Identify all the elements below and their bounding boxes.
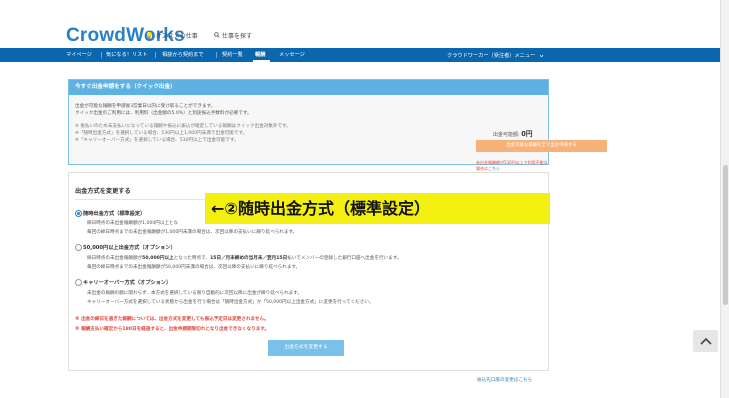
option-anytime-desc2: 毎回の締日時点までの未出金報酬額が1,000円未満の場合は、次回以降の支払いに繰… — [87, 230, 298, 235]
quick-desc-line1: 出金が可能な報酬を申請後3営業日以内に受け取ることができます。 — [75, 104, 216, 109]
user-menu-label: クラウドワーカー（受注者）メニュー — [447, 53, 536, 59]
nav-divider — [216, 52, 217, 58]
quick-withdrawal-title: 今すぐ出金申請をする（クイック出金） — [69, 80, 548, 95]
quick-withdrawal-body: 出金が可能な報酬を申請後3営業日以内に受け取ることができます。 クイック出金のご… — [69, 95, 607, 171]
desc-emphasis: 50,000円以上 — [142, 256, 174, 261]
recommended-jobs-link[interactable]: 💡 オススメの仕事 — [145, 31, 198, 41]
option-50000-desc2: 毎回の締日時点までの未出金報酬額が50,000円未満の場合は、次回以降の支払いに… — [87, 265, 301, 270]
option-anytime-label[interactable]: 随時出金方式（標準設定） — [83, 210, 145, 217]
desc-emphasis: 15日／月末締めの当月末／翌月15日 — [210, 256, 288, 261]
desc-part: となった時点で、 — [173, 256, 211, 261]
radio-carryover[interactable] — [75, 279, 82, 286]
option-50000-label[interactable]: 50,000円以上出金方式（オプション） — [83, 244, 176, 251]
bank-account-change-link[interactable]: 振込先口座の変更はこちら — [477, 377, 532, 383]
red-note-1: ※ 出金の締日を過ぎた報酬については、出金方式を変更しても振込予定日は変更されま… — [75, 317, 269, 322]
main-navbar: マイページ 気になる！リスト 相談から契約まで 契約一覧 報酬 メッセージ クラ… — [0, 48, 720, 62]
nav-messages[interactable]: メッセージ — [279, 51, 305, 59]
nav-divider — [155, 52, 156, 58]
nav-favorites[interactable]: 気になる！リスト — [106, 51, 148, 59]
quick-warning-link[interactable]: こちら — [488, 166, 500, 171]
quick-note1: ※ 後払いのため未支払いになっている報酬や振込に振込が確定している報酬はクイック… — [75, 124, 291, 129]
available-amount: 出金可能額: 0円 — [493, 128, 532, 138]
quick-note2: ※「随時出金方式」を選択している場合、530円以上1,000円未満で出金可能です… — [75, 131, 248, 136]
desc-part: 払いでメンバーの登録した銀行口座へ出金を行います。 — [287, 256, 402, 261]
option-carryover-label[interactable]: キャリーオーバー方式（オプション） — [83, 279, 171, 286]
desc-part: 締日時点の未出金報酬額が — [87, 256, 143, 261]
search-jobs-link[interactable]: 仕事を探す — [214, 31, 252, 40]
radio-anytime[interactable] — [75, 210, 82, 217]
radio-50000[interactable] — [75, 244, 82, 251]
scrollbar-thumb[interactable] — [723, 165, 728, 305]
nav-mypage[interactable]: マイページ — [66, 51, 92, 59]
quick-desc-line2: クイック出金のご利用には、利用料（出金額の5.0%）と別途振込手数料が必要です。 — [75, 111, 252, 116]
quick-warning: 未出金報酬額が530円以上で利用不能な場合はこちら — [476, 160, 548, 172]
top-header: CrowdWorks 💡 オススメの仕事 仕事を探す — [0, 0, 729, 48]
vertical-scrollbar[interactable] — [720, 0, 729, 398]
nav-rewards[interactable]: 報酬 — [255, 51, 265, 59]
recommended-jobs-label: オススメの仕事 — [155, 33, 198, 40]
quick-withdrawal-panel: 今すぐ出金申請をする（クイック出金） 出金が可能な報酬を申請後3営業日以内に受け… — [68, 79, 607, 171]
withdraw-all-button[interactable]: 出金可能な報酬を全て出金申請する — [476, 140, 607, 152]
change-method-button[interactable]: 出金方式を変更する — [268, 340, 344, 356]
search-jobs-label: 仕事を探す — [222, 33, 253, 40]
available-amount-value: 0円 — [521, 130, 533, 138]
option-anytime-desc1: 締日時点の未出金報酬額が1,000円以上とな — [87, 221, 179, 226]
nav-divider — [101, 52, 102, 58]
lightbulb-icon: 💡 — [145, 31, 154, 40]
nav-active-indicator — [253, 60, 270, 62]
withdrawal-method-title: 出金方式を変更する — [75, 188, 131, 195]
search-icon — [214, 31, 220, 40]
nav-contracts[interactable]: 契約一覧 — [222, 51, 243, 59]
option-50000-desc1: 締日時点の未出金報酬額が50,000円以上となった時点で、15日／月末締めの当月… — [87, 255, 401, 261]
quick-note3: ※「キャリーオーバー方式」を選択している場合、530円以上で出金可能です。 — [75, 138, 239, 143]
user-menu[interactable]: クラウドワーカー（受注者）メニュー ⌄ — [447, 50, 545, 60]
option-carryover-desc1: 未出金の報酬の額に関わらず、本方式を選択している限り自動的に次回以降に出金が繰り… — [87, 291, 302, 296]
chevron-down-icon: ⌄ — [538, 50, 545, 59]
available-amount-label: 出金可能額: — [493, 132, 520, 138]
chevron-up-icon — [699, 337, 712, 345]
red-note-2: ※ 報酬支払い確定から180日を経過すると、出金申請期限切れとなり出金できなくな… — [75, 327, 270, 332]
quick-warning-text: 未出金報酬額が530円以上で利用不能な場合は — [476, 160, 548, 171]
annotation-callout: ←②随時出金方式（標準設定） — [205, 193, 550, 224]
nav-consult-contract[interactable]: 相談から契約まで — [162, 51, 204, 59]
scroll-top-button[interactable] — [693, 330, 718, 352]
option-carryover-desc2: キャリーオーバー方式を選択している状態から出金を行う場合は「随時出金方式」か「5… — [87, 300, 374, 305]
